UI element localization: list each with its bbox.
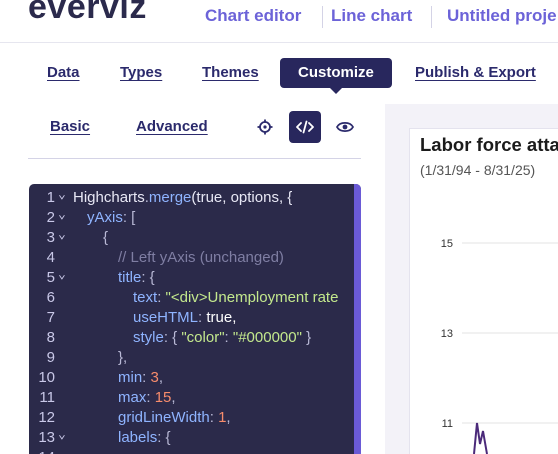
code-line: min: 3, (29, 368, 354, 388)
main-tabs: Data Types Themes Customize Publish & Ex… (0, 58, 558, 94)
code-line: yAxis: [ (29, 208, 354, 228)
code-token: : { (163, 329, 182, 346)
breadcrumb-separator (431, 6, 432, 28)
breadcrumb-project-title[interactable]: Untitled proje (447, 6, 557, 26)
app-root: { "app": { "logo": "everviz" }, "header"… (0, 0, 558, 454)
code-line: }, (29, 348, 354, 368)
code-token: : { (141, 269, 155, 286)
code-token: labels (118, 429, 158, 446)
code-token: Highcharts (73, 189, 145, 206)
breadcrumb-separator (322, 6, 323, 28)
code-token: yAxis (87, 209, 123, 226)
code-line: labels: { (29, 428, 354, 448)
code-token: : (146, 389, 155, 406)
breadcrumb-chart-editor[interactable]: Chart editor (205, 6, 301, 26)
code-token: useHTML (133, 309, 199, 326)
code-token: : (157, 289, 166, 306)
chart-subtitle: (1/31/94 - 8/31/25) (420, 162, 536, 178)
code-token: "<div>Unemployment rate (165, 289, 339, 306)
code-token: gridLineWidth (118, 409, 210, 426)
everviz-logo[interactable]: everviz (28, 0, 147, 27)
code-icon (296, 120, 314, 134)
code-token: style (133, 329, 164, 346)
series-line[interactable] (473, 422, 488, 454)
code-token: : (209, 409, 219, 426)
code-comment: // Left yAxis (unchanged) (118, 249, 284, 266)
line-number: 14 (29, 448, 55, 454)
code-token: title (118, 269, 142, 286)
code-line: style: { "color": "#000000" } (29, 328, 354, 348)
tab-types[interactable]: Types (120, 58, 162, 88)
line-chart: 15 13 11 (441, 238, 558, 454)
code-token: 3 (150, 369, 159, 386)
code-line: title: { (29, 268, 354, 288)
editor-scrollbar[interactable] (354, 184, 361, 454)
subtab-advanced[interactable]: Advanced (136, 118, 208, 135)
y-tick-label: 13 (441, 328, 453, 340)
code-token: } (301, 329, 312, 346)
chart-title: Labor force atta (420, 134, 558, 155)
code-line: Highcharts.merge(true, options, { (29, 188, 354, 208)
tab-customize[interactable]: Customize (280, 58, 392, 94)
code-line: text: "<div>Unemployment rate (29, 288, 354, 308)
y-tick-label: 11 (442, 418, 453, 430)
code-view-button[interactable] (289, 111, 321, 143)
code-line: // Left yAxis (unchanged) (29, 248, 354, 268)
target-button[interactable] (249, 111, 281, 143)
section-divider (28, 158, 361, 159)
code-line: max: 15, (29, 388, 354, 408)
subtab-basic[interactable]: Basic (50, 118, 90, 135)
code-token: , (226, 409, 231, 426)
breadcrumb-chart-type[interactable]: Line chart (331, 6, 412, 26)
code-token: : { (157, 429, 171, 446)
y-tick-label: 15 (441, 238, 453, 250)
tab-themes[interactable]: Themes (202, 58, 259, 88)
code-token: , (171, 389, 176, 406)
code-token: merge (148, 189, 192, 206)
preview-button[interactable] (329, 111, 361, 143)
eye-icon (336, 121, 354, 133)
code-editor[interactable]: 1⌄2⌄3⌄45⌄678910111213⌄14 Highcharts.merg… (29, 184, 361, 454)
code-token: 15 (154, 389, 172, 406)
code-token: : [ (122, 209, 136, 226)
gutter-row: 14 (29, 448, 354, 454)
code-token: : (142, 369, 151, 386)
code-line: { (29, 228, 354, 248)
code-line: gridLineWidth: 1, (29, 408, 354, 428)
code-token: }, (118, 349, 128, 366)
code-token: (true, options, { (191, 189, 293, 206)
app-header: everviz Chart editor Line chart Untitled… (0, 0, 558, 43)
code-token: { (103, 229, 109, 246)
target-icon (257, 119, 273, 135)
tab-publish-export[interactable]: Publish & Export (415, 58, 536, 88)
code-token: , (158, 369, 164, 386)
code-token: text (133, 289, 158, 306)
tab-data[interactable]: Data (47, 58, 80, 88)
code-token: true, (206, 309, 237, 326)
code-token: "color" (181, 329, 225, 346)
code-line: useHTML: true, (29, 308, 354, 328)
code-token: max (118, 389, 147, 406)
code-token: : (224, 329, 233, 346)
code-token: min (118, 369, 143, 386)
code-token: "#000000" (232, 329, 302, 346)
